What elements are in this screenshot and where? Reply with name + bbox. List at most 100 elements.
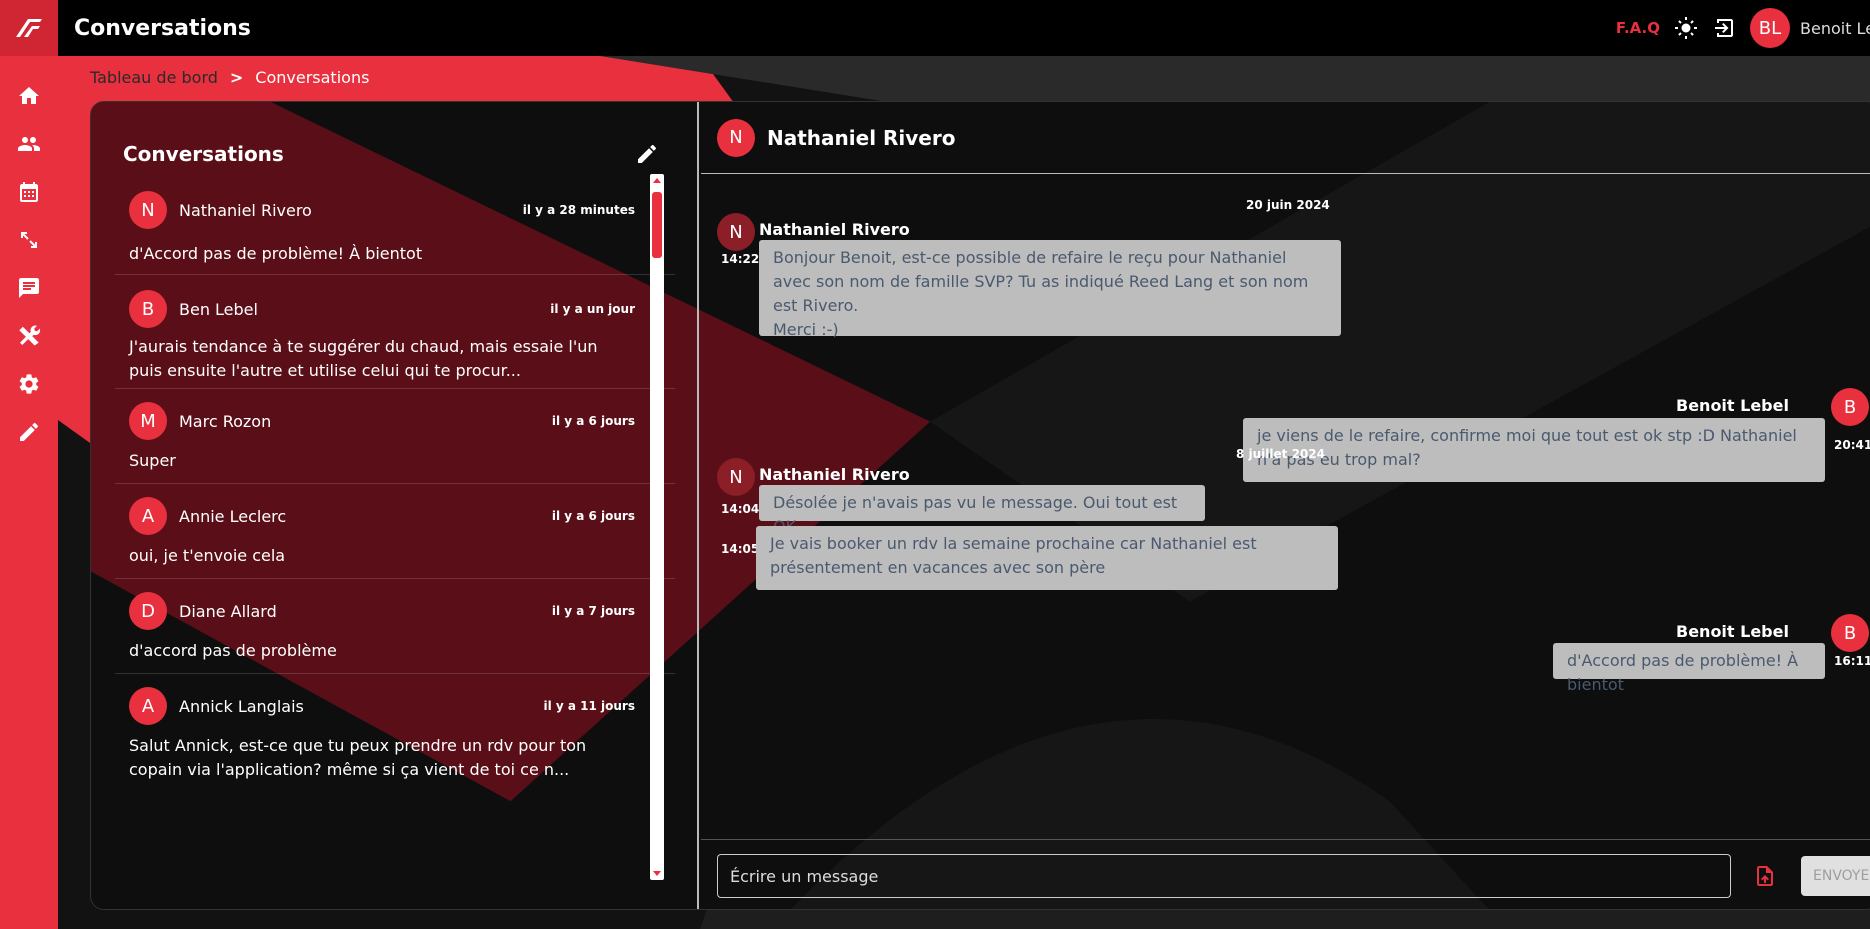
- conversation-time: il y a 7 jours: [551, 604, 635, 618]
- sidebar: [0, 0, 58, 929]
- people-icon: [18, 137, 40, 151]
- avatar: M: [129, 402, 167, 440]
- home-icon: [19, 87, 39, 104]
- user-menu[interactable]: BL Benoit Le: [1750, 8, 1870, 48]
- message-time: 14:22: [721, 252, 760, 266]
- contact-avatar: N: [717, 118, 755, 157]
- chat-icon: [19, 278, 39, 298]
- conversation-preview: J'aurais tendance à te suggérer du chaud…: [129, 337, 598, 380]
- message-composer: ENVOYER: [701, 839, 1870, 909]
- avatar: N: [129, 191, 167, 229]
- date-separator: 8 juillet 2024: [1236, 447, 1325, 461]
- message-bubble: d'Accord pas de problème! À bientot: [1553, 643, 1825, 694]
- conversation-name: Marc Rozon: [179, 411, 272, 431]
- message-bubble: je viens de le refaire, confirme moi que…: [1243, 418, 1825, 482]
- conversation-item[interactable]: A Annick Langlais il y a 11 jours Salut …: [115, 674, 675, 794]
- logo-icon: [16, 19, 42, 37]
- upload-file-icon[interactable]: [1753, 864, 1777, 888]
- scrollbar-thumb[interactable]: [652, 192, 662, 258]
- scroll-down-icon[interactable]: [653, 871, 661, 876]
- message-bubble: Bonjour Benoit, est-ce possible de refai…: [759, 240, 1341, 339]
- avatar: A: [129, 687, 167, 725]
- faq-link[interactable]: F.A.Q: [1616, 19, 1660, 37]
- conversation-name: Ben Lebel: [179, 299, 258, 319]
- conversation-item[interactable]: D Diane Allard il y a 7 jours d'accord p…: [115, 579, 675, 674]
- message-sender: Benoit Lebel: [1676, 622, 1789, 641]
- sidebar-item-expand[interactable]: [0, 216, 58, 264]
- send-button[interactable]: ENVOYER: [1801, 856, 1870, 896]
- breadcrumb-separator: >: [229, 68, 244, 87]
- message-sender: Nathaniel Rivero: [759, 465, 910, 484]
- app-logo[interactable]: [0, 0, 58, 56]
- conversation-list[interactable]: N Nathaniel Rivero il y a 28 minutes d'A…: [115, 174, 675, 878]
- conversation-time: il y a 11 jours: [543, 699, 635, 713]
- conversation-preview: Salut Annick, est-ce que tu peux prendre…: [129, 736, 587, 779]
- message-time: 20:41: [1834, 438, 1870, 452]
- avatar: D: [129, 592, 167, 630]
- avatar: A: [129, 497, 167, 535]
- user-name: Benoit Le: [1800, 18, 1870, 38]
- conversation-preview: Super: [129, 451, 176, 470]
- user-avatar: BL: [1750, 8, 1790, 48]
- conversation-item[interactable]: M Marc Rozon il y a 6 jours Super: [115, 389, 675, 484]
- message-sender: Nathaniel Rivero: [759, 220, 910, 239]
- sidebar-item-settings[interactable]: [0, 360, 58, 408]
- date-separator: 20 juin 2024: [1246, 198, 1330, 212]
- avatar: B: [1831, 388, 1869, 426]
- sidebar-item-conversations[interactable]: [0, 264, 58, 312]
- message-bubble: Désolée je n'avais pas vu le message. Ou…: [759, 485, 1205, 536]
- conversation-preview: oui, je t'envoie cela: [129, 546, 286, 565]
- conversation-preview: d'Accord pas de problème! À bientot: [129, 244, 423, 263]
- conversation-name: Diane Allard: [179, 601, 277, 621]
- conversations-card: Conversations N Nathaniel Rivero il y a …: [90, 101, 1870, 910]
- settings-icon: [19, 374, 39, 394]
- expand-arrows-icon: [21, 232, 37, 248]
- breadcrumb-current: Conversations: [255, 68, 370, 87]
- conversation-item[interactable]: B Ben Lebel il y a un jour J'aurais tend…: [115, 275, 675, 389]
- chat-panel: N Nathaniel Rivero 20 juin 2024 N Nathan…: [701, 102, 1870, 909]
- sidebar-item-tools[interactable]: [0, 312, 58, 360]
- avatar: B: [1831, 614, 1869, 652]
- message-time: 14:04: [721, 502, 760, 516]
- scroll-up-icon[interactable]: [653, 178, 661, 183]
- message-bubble: Je vais booker un rdv la semaine prochai…: [756, 526, 1338, 590]
- conversation-name: Annick Langlais: [179, 696, 304, 716]
- contact-name: Nathaniel Rivero: [767, 125, 956, 150]
- sidebar-item-home[interactable]: [0, 72, 58, 120]
- avatar: N: [717, 458, 755, 496]
- conversation-item[interactable]: N Nathaniel Rivero il y a 28 minutes d'A…: [115, 174, 675, 275]
- sidebar-item-clients[interactable]: [0, 120, 58, 168]
- conversation-time: il y a 28 minutes: [522, 203, 635, 217]
- logout-icon[interactable]: [1712, 16, 1736, 40]
- conversation-list-panel: Conversations N Nathaniel Rivero il y a …: [91, 102, 699, 909]
- conversation-time: il y a 6 jours: [551, 414, 635, 428]
- conversation-name: Nathaniel Rivero: [179, 200, 312, 220]
- page-title: Conversations: [74, 15, 251, 41]
- sidebar-nav: [0, 56, 58, 456]
- sidebar-item-edit[interactable]: [0, 408, 58, 456]
- conversation-preview: d'accord pas de problème: [129, 641, 337, 660]
- breadcrumb: Tableau de bord > Conversations: [90, 68, 369, 87]
- new-conversation-icon[interactable]: [635, 142, 659, 166]
- conversation-list-title: Conversations: [123, 142, 284, 166]
- sidebar-item-calendar[interactable]: [0, 168, 58, 216]
- message-time: 14:05: [721, 542, 760, 556]
- top-bar-actions: F.A.Q BL Benoit Le: [1616, 0, 1870, 56]
- pencil-icon: [20, 422, 39, 441]
- breadcrumb-dashboard[interactable]: Tableau de bord: [90, 68, 218, 87]
- message-time: 16:11: [1834, 654, 1870, 668]
- conversation-time: il y a un jour: [550, 302, 635, 316]
- sun-icon[interactable]: [1674, 16, 1698, 40]
- calendar-icon: [20, 182, 38, 202]
- conversation-name: Annie Leclerc: [179, 506, 287, 526]
- avatar: B: [129, 290, 167, 328]
- conversation-list-scrollbar[interactable]: [650, 174, 664, 880]
- conversation-time: il y a 6 jours: [551, 509, 635, 523]
- tools-icon: [19, 325, 41, 346]
- message-sender: Benoit Lebel: [1676, 396, 1789, 415]
- top-bar: Conversations F.A.Q BL Benoit Le: [58, 0, 1870, 56]
- avatar: N: [717, 213, 755, 251]
- message-input[interactable]: [717, 854, 1731, 898]
- conversation-item[interactable]: A Annie Leclerc il y a 6 jours oui, je t…: [115, 484, 675, 579]
- chat-header: N Nathaniel Rivero: [701, 102, 1870, 174]
